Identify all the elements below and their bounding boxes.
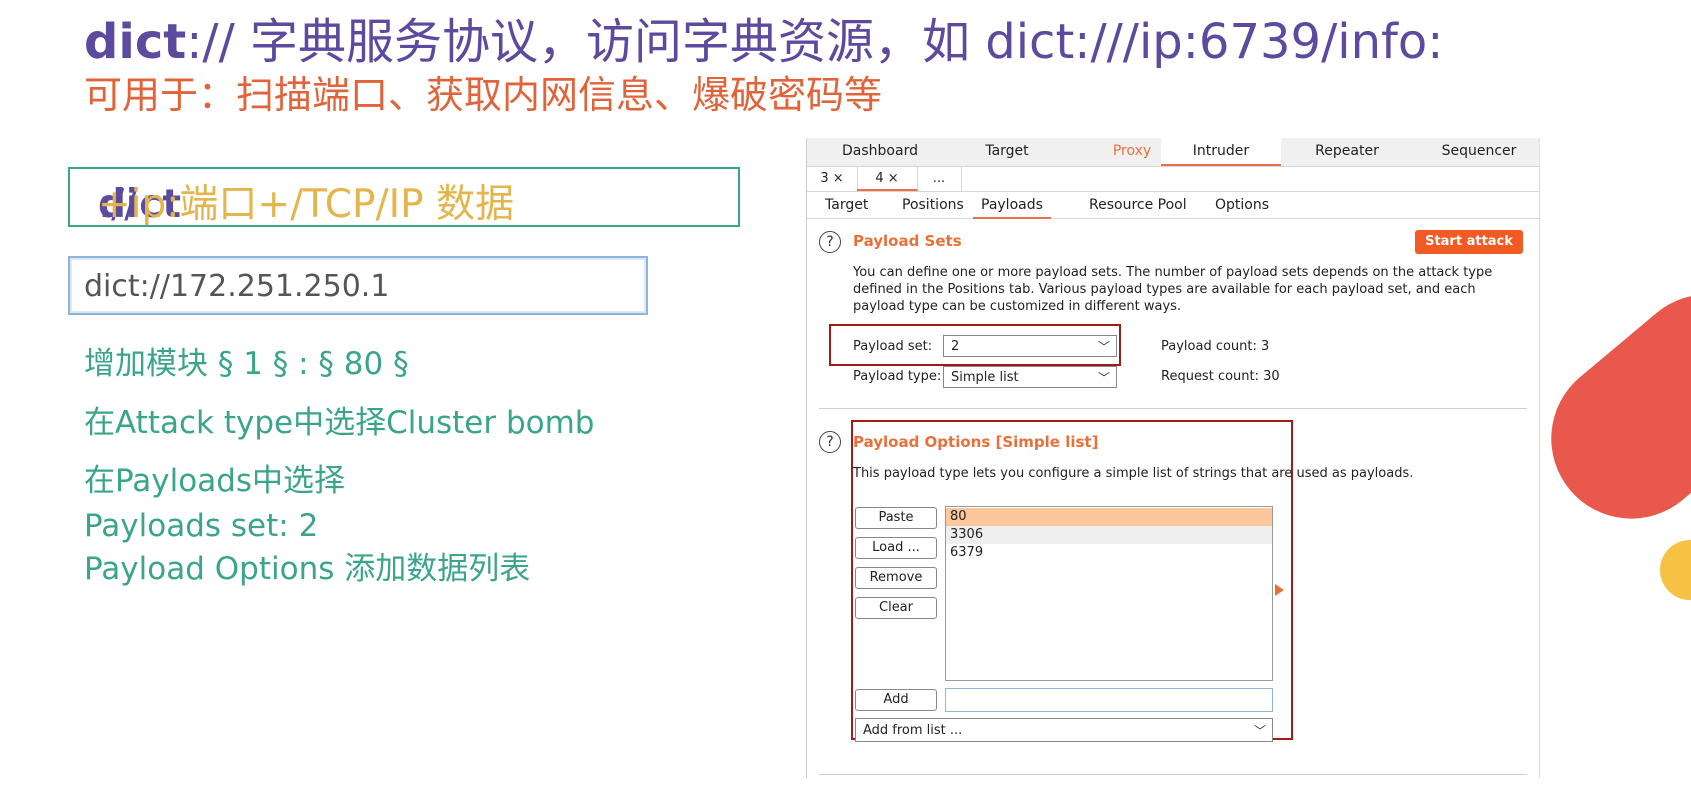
payload-options-help-icon[interactable]: ? [819,431,841,453]
step-1: 增加模块 § 1 § : § 80 § [84,346,409,382]
tab-target[interactable]: Target [947,143,1067,159]
config-tab-target[interactable]: Target [825,197,868,213]
payload-set-select[interactable]: 2 ﹀ [943,335,1117,357]
config-tab-resource-pool[interactable]: Resource Pool [1089,197,1187,213]
payload-type-value: Simple list [951,370,1019,385]
example-url-box: dict://172.251.250.1 [68,256,648,315]
payload-type-label: Payload type: [853,369,942,384]
step-3: 在Payloads中选择 [84,463,346,499]
decorative-red-shape [1518,261,1691,552]
payload-set-label: Payload set: [853,339,933,354]
request-count-label: Request count: 30 [1161,369,1280,384]
slide-title-bold: dict [84,14,187,70]
list-item[interactable]: 3306 [946,526,1272,544]
add-button[interactable]: Add [855,689,937,711]
slide-subtitle: 可用于：扫描端口、获取内网信息、爆破密码等 [84,73,883,117]
tab-repeater[interactable]: Repeater [1287,143,1407,159]
chevron-down-icon: ﹀ [1097,340,1110,354]
request-count-value: 30 [1263,369,1280,384]
step-5: Payload Options 添加数据列表 [84,551,531,587]
config-tab-positions[interactable]: Positions [902,197,964,213]
burp-intruder-window: Dashboard Target Proxy Intruder Repeater… [806,138,1540,778]
payload-options-title: Payload Options [Simple list] [853,433,1099,451]
example-url: dict://172.251.250.1 [84,269,390,304]
add-from-list-select[interactable]: Add from list ... ﹀ [855,718,1273,742]
add-item-input[interactable] [945,688,1273,712]
expand-arrow-icon[interactable] [1275,584,1284,596]
chevron-down-icon: ﹀ [1097,371,1110,385]
payload-type-select[interactable]: Simple list ﹀ [943,366,1117,388]
start-attack-button[interactable]: Start attack [1415,230,1523,254]
bottom-divider [819,774,1527,775]
tab-sequencer[interactable]: Sequencer [1419,143,1539,159]
payload-sets-description: You can define one or more payload sets.… [853,265,1493,314]
main-tab-bar: Dashboard Target Proxy Intruder Repeater… [807,138,1539,167]
remove-button[interactable]: Remove [855,567,937,589]
config-tab-bar: Target Positions Payloads Resource Pool … [807,192,1539,219]
format-rest: +ip:端口+/TCP/IP 数据 [98,182,515,227]
payload-set-value: 2 [951,339,960,354]
payload-count-label: Payload count: 3 [1161,339,1269,354]
payload-count-label-text: Payload count: [1161,339,1257,354]
payload-list[interactable]: 80 3306 6379 [945,506,1273,681]
section-divider [819,408,1527,409]
step-4: Payloads set: 2 [84,508,319,544]
request-count-label-text: Request count: [1161,369,1259,384]
step-2: 在Attack type中选择Cluster bomb [84,405,595,441]
chevron-down-icon: ﹀ [1253,724,1266,738]
tab-dashboard[interactable]: Dashboard [825,143,935,159]
slide-title: dict:// 字典服务协议，访问字典资源，如 dict:///ip:6739/… [84,14,1443,70]
format-box: dict://+ip:端口+/TCP/IP 数据 [68,167,740,227]
config-tab-options[interactable]: Options [1215,197,1269,213]
attack-tab-4[interactable]: 4 × [857,167,918,191]
payload-sets-title: Payload Sets [853,232,962,250]
payload-sets-help-icon[interactable]: ? [819,231,841,253]
paste-button[interactable]: Paste [855,507,937,529]
config-tab-payloads[interactable]: Payloads [973,197,1051,219]
clear-button[interactable]: Clear [855,597,937,619]
tab-intruder[interactable]: Intruder [1161,138,1281,166]
list-item[interactable]: 80 [946,508,1272,526]
load-button[interactable]: Load ... [855,537,937,559]
attack-tab-3[interactable]: 3 × [807,167,858,191]
attack-tab-bar: 3 × 4 × ... [807,167,1539,192]
attack-tab-more[interactable]: ... [917,167,962,191]
decorative-yellow-shape [1660,540,1691,600]
payload-count-value: 3 [1261,339,1270,354]
list-item[interactable]: 6379 [946,544,1272,562]
slide-title-rest: :// 字典服务协议，访问字典资源，如 dict:///ip:6739/info… [186,14,1444,70]
payload-options-description: This payload type lets you configure a s… [853,466,1414,481]
add-from-list-label: Add from list ... [863,723,963,738]
